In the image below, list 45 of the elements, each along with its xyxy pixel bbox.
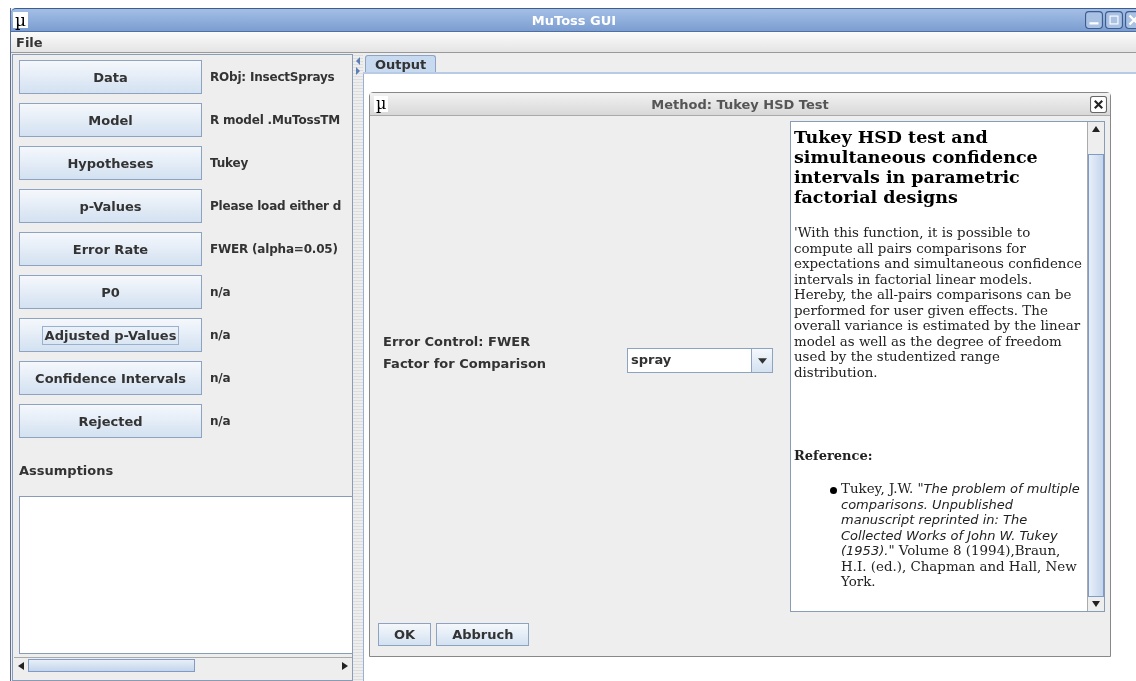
sidebar-button[interactable]: Error Rate (19, 232, 202, 266)
maximize-icon[interactable] (1105, 11, 1123, 29)
menu-item[interactable]: File (16, 34, 43, 50)
close-icon[interactable] (1090, 95, 1107, 113)
factor-dropdown[interactable]: spray (627, 348, 773, 373)
scroll-up-icon[interactable] (1092, 126, 1100, 132)
dialog-button[interactable]: Abbruch (436, 623, 530, 646)
sidebar-button[interactable]: Rejected (19, 404, 202, 438)
status-value: n/a (210, 285, 231, 299)
section-label: Assumptions (19, 463, 115, 480)
vertical-scrollbar[interactable] (1087, 122, 1104, 611)
sidebar-button[interactable]: Hypotheses (19, 146, 202, 180)
status-value: FWER (alpha=0.05) (210, 242, 338, 256)
app-icon: µ (13, 12, 29, 28)
horizontal-scrollbar[interactable] (14, 657, 352, 673)
status-value: Please load either d (210, 199, 342, 213)
minimize-icon[interactable] (1085, 11, 1103, 29)
sidebar-button[interactable]: Adjusted p-Values (19, 318, 202, 352)
sidebar-button[interactable]: Data (19, 60, 202, 94)
help-description: 'With this function, it is possible to compute all pairs comparisons for expectations and simultaneous confidence intervals in factorial linear models. Hereby, the all-pairs comparisons can be performed for user given effects. The overall variance is estimated by the linear model as well as the degree of freedom used by the studentized range distribution. (794, 225, 1083, 380)
reference-text: Tukey, J.W. "The problem of multiple comparisons. Unpublished manuscript reprinted in: The Collected Works of John W. Tukey (1953)." Volume 8 (1994),Braun, H.I. (ed.), Chapman and Hall, New York. (841, 481, 1081, 590)
dialog-button[interactable]: OK (378, 623, 432, 646)
dialog-icon: µ (374, 96, 389, 112)
status-value: n/a (210, 414, 231, 428)
status-value: n/a (210, 328, 231, 342)
help-heading: Tukey HSD test and simultaneous confidence intervals in parametric factorial designs (794, 127, 1039, 207)
scroll-down-icon[interactable] (1092, 601, 1100, 607)
dialog-title: Method: Tukey HSD Test (651, 96, 829, 112)
field-label: Factor for Comparison (383, 356, 548, 371)
caret-icon (757, 357, 767, 364)
reference-heading: Reference: (794, 448, 874, 463)
scroll-left-icon[interactable] (18, 661, 24, 670)
status-value: RObj: InsectSprays (210, 70, 335, 84)
bullet-icon (830, 487, 837, 494)
sidebar-button[interactable]: Confidence Intervals (19, 361, 202, 395)
sidebar-button[interactable]: P0 (19, 275, 202, 309)
scroll-right-icon[interactable] (342, 661, 348, 670)
error-control-label: Error Control: FWER (383, 334, 532, 349)
status-value: Tukey (210, 156, 249, 170)
status-value: n/a (210, 371, 231, 385)
window-title: MuToss GUI (531, 12, 617, 28)
sidebar-button[interactable]: Model (19, 103, 202, 137)
sidebar-button[interactable]: p-Values (19, 189, 202, 223)
tab[interactable]: Output (365, 55, 437, 72)
status-value: R model .MuTossTM (210, 113, 341, 127)
